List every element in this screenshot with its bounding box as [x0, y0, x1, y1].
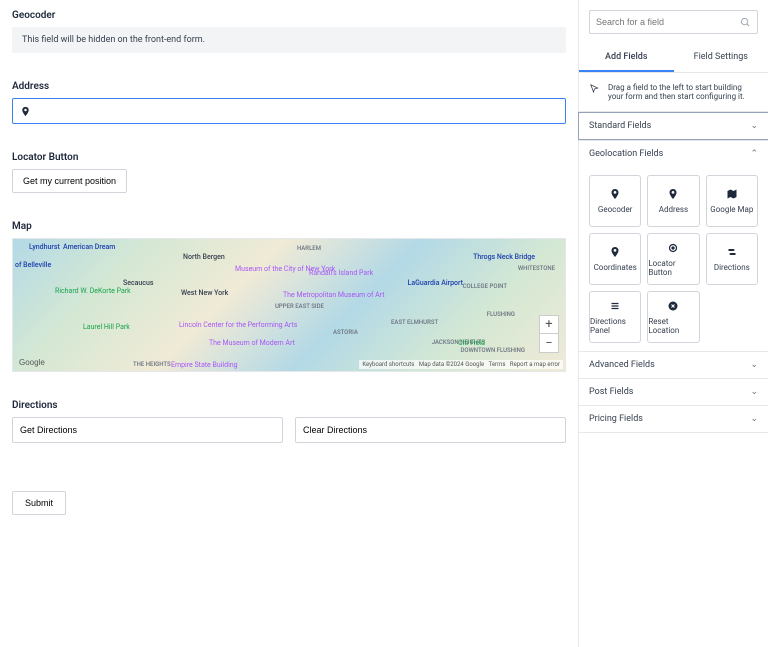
map-canvas[interactable]: Lyndhurst of Belleville North Bergen Sec…	[12, 238, 566, 372]
field-address-label: Address	[659, 205, 688, 214]
map-terms-link[interactable]: Terms	[489, 361, 506, 368]
map-icon	[726, 188, 738, 200]
map-label-heights: THE HEIGHTS	[133, 361, 171, 368]
chevron-up-icon: ⌃	[750, 149, 758, 159]
map-keyboard-shortcuts[interactable]: Keyboard shortcuts	[362, 361, 414, 368]
drag-hint-text: Drag a field to the left to start buildi…	[608, 83, 758, 101]
map-poi-empire: Empire State Building	[171, 361, 238, 369]
tab-field-settings[interactable]: Field Settings	[674, 44, 768, 72]
map-label-upperside: UPPER EAST SIDE	[275, 303, 324, 310]
map-zoom-out[interactable]: −	[540, 334, 558, 352]
map-label-throgs: Throgs Neck Bridge	[473, 253, 535, 261]
map-poi-laurelhill: Laurel Hill Park	[83, 323, 130, 331]
map-label-downtown: DOWNTOWN FLUSHING	[460, 347, 525, 354]
address-title: Address	[12, 81, 566, 92]
field-locatorbutton-label: Locator Button	[648, 259, 698, 277]
address-input[interactable]	[12, 98, 566, 124]
chevron-down-icon: ⌄	[750, 414, 758, 424]
field-resetlocation-label: Reset Location	[648, 317, 698, 335]
field-coordinates[interactable]: Coordinates	[589, 233, 641, 285]
map-poi-dekorte: Richard W. DeKorte Park	[55, 287, 131, 295]
pin-icon	[609, 246, 621, 258]
cursor-icon	[589, 83, 600, 101]
section-pricing-label: Pricing Fields	[589, 414, 643, 424]
locator-button[interactable]: Get my current position	[12, 169, 127, 193]
tab-add-fields[interactable]: Add Fields	[579, 44, 674, 72]
field-geocoder[interactable]: Geocoder	[589, 175, 641, 227]
map-label-collegepoint: COLLEGE POINT	[463, 283, 507, 290]
map-label-belleville: of Belleville	[15, 261, 51, 269]
section-pricing-fields[interactable]: Pricing Fields ⌄	[579, 406, 768, 432]
field-googlemap-label: Google Map	[710, 205, 753, 214]
section-post-label: Post Fields	[589, 387, 633, 397]
map-poi-modernart: The Museum of Modern Art	[209, 339, 295, 347]
map-label-westny: West New York	[181, 289, 228, 297]
map-zoom-controls: + −	[539, 315, 559, 353]
map-label-elmhurst: EAST ELMHURST	[391, 319, 438, 326]
map-poi-metmuseum: The Metropolitan Museum of Art	[283, 291, 385, 299]
search-icon	[740, 17, 751, 28]
map-label-secaucus: Secaucus	[123, 279, 153, 287]
main-panel: Geocoder This field will be hidden on th…	[0, 0, 578, 647]
signpost-icon	[726, 246, 738, 258]
map-report-link[interactable]: Report a map error	[510, 361, 560, 368]
locator-title: Locator Button	[12, 152, 566, 163]
geocoder-hidden-notice: This field will be hidden on the front-e…	[12, 27, 566, 53]
map-data-label: Map data ©2024 Google	[419, 361, 484, 368]
map-attribution: Keyboard shortcuts Map data ©2024 Google…	[359, 360, 563, 369]
map-label-lyndhurst: Lyndhurst	[29, 243, 60, 251]
map-label-astoria: ASTORIA	[333, 329, 358, 336]
field-resetlocation[interactable]: Reset Location	[647, 291, 699, 343]
pin-icon	[667, 188, 679, 200]
search-input[interactable]	[596, 17, 740, 27]
field-coordinates-label: Coordinates	[594, 263, 637, 272]
section-advanced-fields[interactable]: Advanced Fields ⌄	[579, 352, 768, 378]
drag-hint: Drag a field to the left to start buildi…	[579, 73, 768, 112]
pin-icon	[609, 188, 621, 200]
chevron-down-icon: ⌄	[750, 360, 758, 370]
map-label-whitestone: WHITESTONE	[518, 265, 555, 272]
field-directions-label: Directions	[714, 263, 750, 272]
map-label-americandream: American Dream	[63, 243, 115, 251]
map-label-northbergen: North Bergen	[183, 253, 225, 261]
map-label-flushing: FLUSHING	[487, 311, 515, 318]
field-directionspanel-label: Directions Panel	[590, 317, 640, 335]
section-geolocation-label: Geolocation Fields	[589, 149, 663, 159]
section-advanced-label: Advanced Fields	[589, 360, 655, 370]
chevron-down-icon: ⌄	[750, 121, 758, 131]
section-standard-label: Standard Fields	[589, 121, 651, 131]
field-directionspanel[interactable]: Directions Panel	[589, 291, 641, 343]
get-directions-button[interactable]: Get Directions	[12, 417, 283, 443]
geolocation-field-grid: Geocoder Address Google Map Coordinates …	[579, 167, 768, 351]
chevron-down-icon: ⌄	[750, 387, 758, 397]
submit-button[interactable]: Submit	[12, 491, 66, 515]
section-standard-fields[interactable]: Standard Fields ⌄	[578, 112, 768, 140]
sidebar-tabs: Add Fields Field Settings	[579, 44, 768, 73]
section-post-fields[interactable]: Post Fields ⌄	[579, 379, 768, 405]
map-poi-citifield: Citi Field	[458, 339, 485, 347]
map-label-harlem: HARLEM	[297, 245, 321, 252]
directions-title: Directions	[12, 400, 566, 411]
section-geolocation-fields[interactable]: Geolocation Fields ⌃	[579, 141, 768, 167]
close-circle-icon	[667, 300, 679, 312]
field-googlemap[interactable]: Google Map	[706, 175, 758, 227]
map-zoom-in[interactable]: +	[540, 316, 558, 334]
clear-directions-button[interactable]: Clear Directions	[295, 417, 566, 443]
field-address[interactable]: Address	[647, 175, 699, 227]
map-poi-randalls: Randall's Island Park	[309, 269, 373, 277]
target-icon	[667, 242, 679, 254]
google-logo: Google	[19, 358, 45, 367]
list-icon	[609, 300, 621, 312]
map-title: Map	[12, 221, 566, 232]
sidebar: Add Fields Field Settings Drag a field t…	[578, 0, 768, 647]
field-geocoder-label: Geocoder	[598, 205, 632, 214]
field-locatorbutton[interactable]: Locator Button	[647, 233, 699, 285]
pin-icon	[19, 105, 31, 117]
geocoder-title: Geocoder	[12, 10, 566, 21]
map-poi-lincoln: Lincoln Center for the Performing Arts	[179, 321, 297, 329]
search-input-wrap[interactable]	[589, 10, 758, 34]
map-label-laguardia: LaGuardia Airport	[408, 279, 463, 287]
field-directions[interactable]: Directions	[706, 233, 758, 285]
